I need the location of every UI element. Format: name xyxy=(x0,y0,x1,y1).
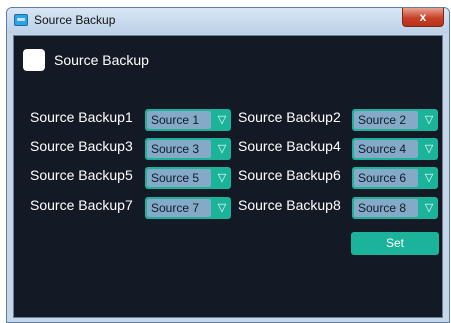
source-backup-5-select[interactable]: Source 5 ▽ xyxy=(145,167,231,189)
source-backup-8-value: Source 8 xyxy=(354,199,418,217)
source-backup-6-select[interactable]: Source 6 ▽ xyxy=(352,167,438,189)
source-backup-1-value: Source 1 xyxy=(147,111,211,129)
chevron-down-icon: ▽ xyxy=(217,202,227,214)
source-backup-7-label: Source Backup7 xyxy=(30,197,133,213)
title-bar: Source Backup x xyxy=(7,8,449,34)
source-backup-2-label: Source Backup2 xyxy=(238,109,341,125)
source-backup-5-label: Source Backup5 xyxy=(30,167,133,183)
source-backup-4-label: Source Backup4 xyxy=(238,138,341,154)
chevron-down-icon: ▽ xyxy=(424,202,434,214)
set-button[interactable]: Set xyxy=(351,232,439,255)
source-backup-7-select[interactable]: Source 7 ▽ xyxy=(145,197,231,219)
source-backup-checkbox-label: Source Backup xyxy=(54,52,149,68)
chevron-down-icon: ▽ xyxy=(424,172,434,184)
source-backup-4-value: Source 4 xyxy=(354,140,418,158)
source-backup-3-label: Source Backup3 xyxy=(30,138,133,154)
app-icon xyxy=(14,14,28,26)
source-backup-6-label: Source Backup6 xyxy=(238,167,341,183)
chevron-down-icon: ▽ xyxy=(217,172,227,184)
chevron-down-icon: ▽ xyxy=(217,143,227,155)
source-backup-2-value: Source 2 xyxy=(354,111,418,129)
source-backup-5-value: Source 5 xyxy=(147,169,211,187)
source-backup-7-value: Source 7 xyxy=(147,199,211,217)
source-backup-1-select[interactable]: Source 1 ▽ xyxy=(145,109,231,131)
source-backup-4-select[interactable]: Source 4 ▽ xyxy=(352,138,438,160)
chevron-down-icon: ▽ xyxy=(217,114,227,126)
source-backup-8-select[interactable]: Source 8 ▽ xyxy=(352,197,438,219)
chevron-down-icon: ▽ xyxy=(424,143,434,155)
chevron-down-icon: ▽ xyxy=(424,114,434,126)
source-backup-3-select[interactable]: Source 3 ▽ xyxy=(145,138,231,160)
source-backup-1-label: Source Backup1 xyxy=(30,109,133,125)
source-backup-8-label: Source Backup8 xyxy=(238,197,341,213)
close-button[interactable]: x xyxy=(402,8,444,27)
source-backup-6-value: Source 6 xyxy=(354,169,418,187)
source-backup-2-select[interactable]: Source 2 ▽ xyxy=(352,109,438,131)
window-title: Source Backup xyxy=(34,13,116,27)
source-backup-3-value: Source 3 xyxy=(147,140,211,158)
source-backup-checkbox[interactable] xyxy=(23,49,45,71)
